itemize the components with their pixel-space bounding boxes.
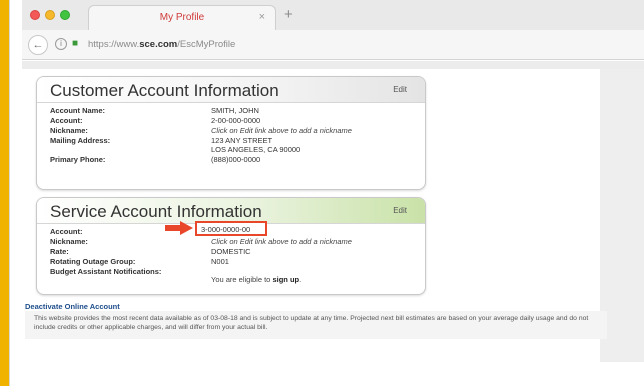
- sign-up-link[interactable]: sign up: [272, 275, 299, 284]
- service-account-number: 3-000-0000-00: [201, 225, 251, 234]
- frame-divider: [9, 0, 10, 386]
- maximize-window-button[interactable]: [60, 10, 70, 20]
- field-value: SMITH, JOHN: [211, 106, 259, 115]
- customer-edit-link[interactable]: Edit: [393, 85, 407, 94]
- service-card-title: Service Account Information: [50, 202, 262, 221]
- field-value: 123 ANY STREET: [211, 136, 273, 145]
- customer-card-title: Customer Account Information: [50, 81, 279, 100]
- close-window-button[interactable]: [30, 10, 40, 20]
- service-edit-link[interactable]: Edit: [393, 206, 407, 215]
- field-label: Primary Phone:: [50, 155, 106, 164]
- field-value: DOMESTIC: [211, 247, 251, 256]
- budget-notifications-row: Budget Assistant Notifications: You are …: [37, 267, 425, 286]
- customer-card-header: Customer Account Information Edit: [37, 77, 425, 103]
- service-account-card: Service Account Information Edit Account…: [36, 197, 426, 295]
- url-path: /EscMyProfile: [177, 39, 236, 50]
- new-tab-button[interactable]: +: [284, 6, 293, 23]
- url-domain: sce.com: [139, 39, 178, 50]
- field-label: Nickname:: [50, 237, 88, 246]
- pointer-arrow-icon: [165, 221, 193, 235]
- back-arrow-icon[interactable]: ←: [28, 35, 48, 55]
- field-value: 2-00-000-0000: [211, 116, 261, 125]
- field-label: Account:: [50, 116, 83, 125]
- field-label: Budget Assistant Notifications:: [50, 267, 162, 276]
- browser-window: My Profile × + ← i ■ https://www.sce.com…: [22, 0, 644, 362]
- field-value: (888)000-0000: [211, 155, 261, 164]
- field-label: Nickname:: [50, 126, 88, 135]
- account-row: Account: 2-00-000-0000: [37, 116, 425, 126]
- info-icon[interactable]: i: [55, 38, 67, 50]
- service-nickname-row: Nickname: Click on Edit link above to ad…: [37, 237, 425, 247]
- field-value: N001: [211, 257, 229, 266]
- field-label: Rotating Outage Group:: [50, 257, 136, 266]
- mailing-address-row: Mailing Address: 123 ANY STREET LOS ANGE…: [37, 136, 425, 155]
- rate-row: Rate: DOMESTIC: [37, 247, 425, 257]
- tab-title: My Profile: [159, 12, 205, 23]
- sign-up-suffix: .: [299, 275, 302, 284]
- address-bar-row: ← i ■ https://www.sce.com/EscMyProfile: [22, 30, 644, 60]
- field-value-line2: LOS ANGELES, CA 90000: [211, 145, 301, 154]
- field-value: Click on Edit link above to add a nickna…: [211, 126, 352, 135]
- field-label: Mailing Address:: [50, 136, 111, 145]
- field-label: Rate:: [50, 247, 69, 256]
- tab-strip: My Profile × +: [22, 0, 644, 30]
- account-name-row: Account Name: SMITH, JOHN: [37, 106, 425, 116]
- page-top-strip: [22, 61, 644, 69]
- field-value: Click on Edit link above to add a nickna…: [211, 237, 352, 246]
- url-field[interactable]: https://www.sce.com/EscMyProfile: [88, 39, 235, 50]
- field-label: Account:: [50, 227, 83, 236]
- nickname-row: Nickname: Click on Edit link above to ad…: [37, 126, 425, 136]
- url-prefix: https://www.: [88, 39, 140, 50]
- customer-account-card: Customer Account Information Edit Accoun…: [36, 76, 426, 190]
- primary-phone-row: Primary Phone: (888)000-0000: [37, 155, 425, 165]
- data-notice-text: This website provides the most recent da…: [34, 315, 589, 331]
- tab-my-profile[interactable]: My Profile ×: [88, 5, 276, 30]
- outage-group-row: Rotating Outage Group: N001: [37, 257, 425, 267]
- field-label: Account Name:: [50, 106, 106, 115]
- tab-close-icon[interactable]: ×: [259, 11, 265, 23]
- minimize-window-button[interactable]: [45, 10, 55, 20]
- accent-bar: [0, 0, 9, 386]
- account-number-highlight: 3-000-0000-00: [195, 221, 267, 236]
- lock-icon: ■: [72, 38, 79, 49]
- field-value: You are eligible to sign up.: [211, 275, 301, 284]
- deactivate-account-link[interactable]: Deactivate Online Account: [25, 302, 120, 311]
- sign-up-prefix: You are eligible to: [211, 275, 273, 284]
